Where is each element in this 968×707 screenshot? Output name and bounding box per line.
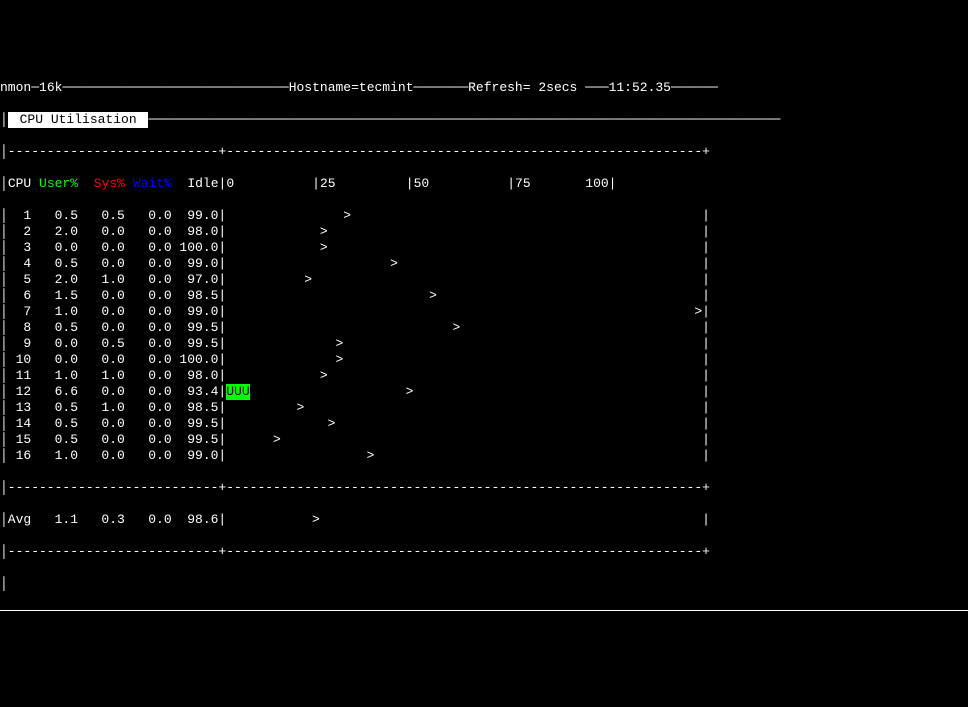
cpu-row: │ 16 1.0 0.0 0.0 99.0| > | (0, 448, 968, 464)
cpu-row: │ 9 0.0 0.5 0.0 99.5| > | (0, 336, 968, 352)
cpu-row: │ 3 0.0 0.0 0.0 100.0| > | (0, 240, 968, 256)
col-sys: Sys% (94, 176, 125, 191)
cpu-row: │ 10 0.0 0.0 0.0 100.0| > | (0, 352, 968, 368)
time-value: 11:52.35 (609, 80, 671, 95)
scale-75: 75 (515, 176, 531, 191)
cpu-row: │ 12 6.6 0.0 0.0 93.4|UUU > | (0, 384, 968, 400)
cpu-row: │ 1 0.5 0.5 0.0 99.0| > | (0, 208, 968, 224)
frame-bottom: │ (0, 576, 968, 592)
cpu-row: │ 15 0.5 0.0 0.0 99.5| > | (0, 432, 968, 448)
hostname-label: Hostname= (289, 80, 359, 95)
avg-row: │Avg 1.1 0.3 0.0 98.6| > | (0, 512, 968, 528)
col-idle: Idle (187, 176, 218, 191)
cpu-row: │ 6 1.5 0.0 0.0 98.5| > | (0, 288, 968, 304)
divider-top: │---------------------------+-----------… (0, 144, 968, 160)
program-version: 16k (39, 80, 62, 95)
cpu-row: │ 14 0.5 0.0 0.0 99.5| > | (0, 416, 968, 432)
divider-mid: │---------------------------+-----------… (0, 480, 968, 496)
scale-50: 50 (414, 176, 430, 191)
scale-100: 100 (585, 176, 608, 191)
cpu-rows: │ 1 0.5 0.5 0.0 99.0| > |│ 2 2.0 0.0 0.0… (0, 208, 968, 464)
scale-25: 25 (320, 176, 336, 191)
cpu-row: │ 13 0.5 1.0 0.0 98.5| > | (0, 400, 968, 416)
cpu-row: │ 5 2.0 1.0 0.0 97.0| > | (0, 272, 968, 288)
scale-0: 0 (226, 176, 234, 191)
col-wait: Wait% (133, 176, 172, 191)
cpu-row: │ 11 1.0 1.0 0.0 98.0| > | (0, 368, 968, 384)
usage-bar: UUU (226, 384, 249, 400)
refresh-label: Refresh= (468, 80, 530, 95)
column-header: │CPU User% Sys% Wait% Idle|0 |25 |50 |75… (0, 176, 968, 192)
hostname-value: tecmint (359, 80, 414, 95)
screen-divider (0, 610, 968, 611)
section-title: CPU Utilisation (8, 112, 149, 128)
cpu-row: │ 8 0.5 0.0 0.0 99.5| > | (0, 320, 968, 336)
col-cpu: CPU (8, 176, 31, 191)
header-line: nmon─16k─────────────────────────────Hos… (0, 80, 968, 96)
program-name: nmon (0, 80, 31, 95)
cpu-row: │ 4 0.5 0.0 0.0 99.0| > | (0, 256, 968, 272)
title-row: │ CPU Utilisation ──────────────────────… (0, 112, 968, 128)
col-user: User% (39, 176, 78, 191)
terminal-output: nmon─16k─────────────────────────────Hos… (0, 64, 968, 627)
cpu-row: │ 7 1.0 0.0 0.0 99.0| >| (0, 304, 968, 320)
cpu-row: │ 2 2.0 0.0 0.0 98.0| > | (0, 224, 968, 240)
divider-bottom: │---------------------------+-----------… (0, 544, 968, 560)
refresh-value: 2secs (531, 80, 578, 95)
